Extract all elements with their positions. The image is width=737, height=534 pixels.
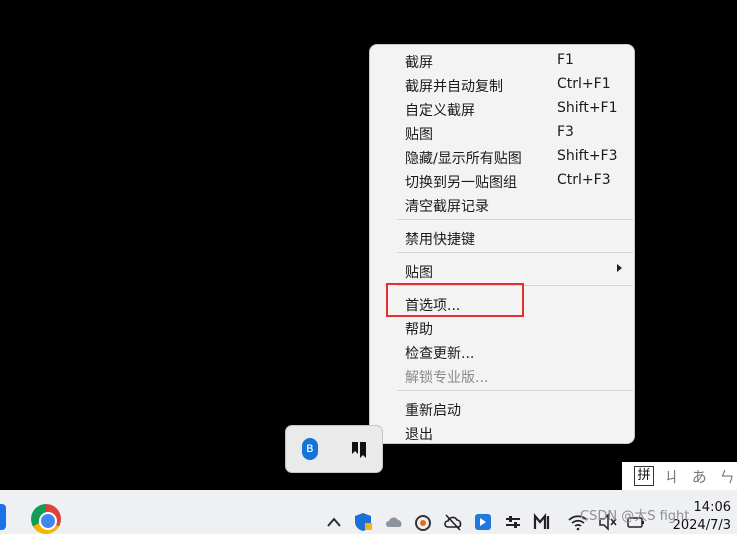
menu-item-check-updates[interactable]: 检查更新...	[370, 339, 634, 363]
menu-item-pin-submenu[interactable]: 贴图	[370, 258, 634, 282]
menu-item-toggle-pins[interactable]: 隐藏/显示所有贴图 Shift+F3	[370, 144, 634, 168]
menu-item-pin[interactable]: 贴图 F3	[370, 120, 634, 144]
menu-item-screenshot[interactable]: 截屏 F1	[370, 48, 634, 72]
menu-item-custom-screenshot[interactable]: 自定义截屏 Shift+F1	[370, 96, 634, 120]
arrow-app-icon[interactable]	[474, 512, 492, 532]
menu-separator	[397, 219, 633, 220]
menu-item-screenshot-copy[interactable]: 截屏并自动复制 Ctrl+F1	[370, 72, 634, 96]
media-icon[interactable]	[533, 512, 553, 532]
ime-tail: ㄐ あ ㄣ	[664, 468, 737, 486]
cloud-offline-icon[interactable]	[443, 512, 463, 532]
watermark: CSDN @大S fight	[580, 509, 690, 524]
menu-separator	[397, 252, 633, 253]
shield-icon[interactable]	[354, 512, 372, 532]
chevron-up-icon[interactable]	[326, 512, 342, 532]
ime-mode: 拼	[634, 466, 654, 486]
menu-item-exit[interactable]: 退出	[370, 420, 634, 444]
menu-separator	[397, 390, 633, 391]
menu-item-switch-group[interactable]: 切换到另一贴图组 Ctrl+F3	[370, 168, 634, 192]
app-icon[interactable]	[0, 504, 6, 530]
menu-item-clear-history[interactable]: 清空截屏记录	[370, 192, 634, 216]
clock-time[interactable]: 14:06	[694, 500, 731, 515]
tray-context-menu: 截屏 F1 截屏并自动复制 Ctrl+F1 自定义截屏 Shift+F1 贴图 …	[369, 44, 635, 444]
equalizer-icon[interactable]	[504, 512, 522, 532]
bluetooth-icon[interactable]: ʙ	[302, 438, 318, 460]
tray-overflow-flyout: ʙ	[285, 425, 383, 473]
chrome-icon[interactable]	[31, 504, 61, 534]
menu-item-restart[interactable]: 重新启动	[370, 396, 634, 420]
highlight-box	[386, 283, 524, 317]
submenu-arrow-icon	[617, 264, 622, 272]
menu-item-unlock-pro: 解锁专业版...	[405, 370, 489, 386]
sync-icon[interactable]	[414, 512, 432, 532]
menu-item-help[interactable]: 帮助	[370, 315, 634, 339]
ime-indicator[interactable]: 拼 ㄐ あ ㄣ	[622, 462, 737, 490]
cloud-icon[interactable]	[384, 512, 404, 532]
menu-item-disable-hotkeys[interactable]: 禁用快捷键	[370, 225, 634, 249]
snipaste-icon[interactable]	[352, 442, 366, 458]
